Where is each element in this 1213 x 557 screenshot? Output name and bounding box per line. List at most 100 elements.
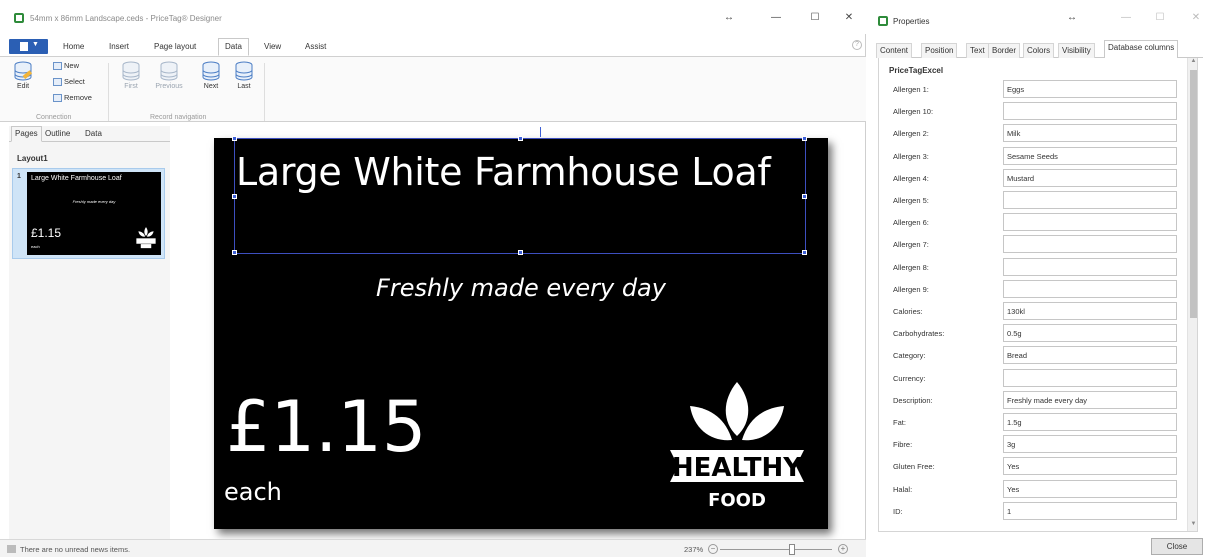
property-row: Carbohydrates: 0.5g [879,323,1187,345]
previous-record-button[interactable]: Previous [152,61,186,90]
new-connection-button[interactable]: New [53,61,80,71]
minimize-button[interactable]: — [1118,12,1134,23]
last-record-button[interactable]: Last [231,61,257,90]
property-value-field[interactable]: Freshly made every day [1003,390,1177,409]
rotate-handle[interactable] [540,127,541,137]
property-value-field[interactable]: 1.5g [1003,413,1177,431]
property-label: Allergen 4: [893,173,929,183]
description-field[interactable]: Freshly made every day [214,274,828,302]
logo-main-text: HEALTHY [672,453,803,483]
resize-handle[interactable] [802,136,807,141]
tab-position[interactable]: Position [921,43,958,58]
tab-assist[interactable]: Assist [305,42,326,51]
resize-handle[interactable] [232,250,237,255]
connection-group-label: Connection [36,114,72,121]
property-label: Description: [893,395,933,405]
property-value-field[interactable]: Mustard [1003,168,1177,187]
properties-scrollbar[interactable]: ▲ ▼ [1187,58,1197,531]
design-canvas[interactable]: Large White Farmhouse Loaf Freshly made … [172,126,862,537]
zoom-in-button[interactable]: + [838,544,848,554]
restore-icon[interactable]: ↔ [1064,12,1080,23]
selection-box[interactable] [232,127,807,255]
zoom-slider-thumb[interactable] [788,544,795,555]
status-bar: There are no unread news items. 237% − + [0,539,866,557]
close-button[interactable]: ✕ [841,12,857,23]
property-value-field[interactable]: Yes [1003,479,1177,498]
unit-field[interactable]: each [224,478,282,506]
tab-text[interactable]: Text [966,43,989,58]
group-separator [264,63,265,121]
price-tag-label[interactable]: Large White Farmhouse Loaf Freshly made … [214,127,828,529]
property-value-field[interactable]: Sesame Seeds [1003,146,1177,165]
pane-tabs: Pages Outline Data [9,126,170,142]
healthy-food-logo-icon [136,227,156,249]
scroll-up-icon[interactable]: ▲ [1188,58,1197,68]
resize-handle[interactable] [802,250,807,255]
healthy-food-logo-icon[interactable]: HEALTHY FOOD [666,380,808,516]
close-properties-button[interactable]: Close [1151,538,1203,555]
property-row: Calories: 130kl [879,301,1187,323]
maximize-button[interactable]: ☐ [807,12,823,23]
last-record-icon [235,61,253,81]
property-value-field[interactable] [1003,191,1177,209]
next-record-button[interactable]: Next [198,61,224,90]
property-value-field[interactable] [1003,235,1177,254]
first-label: First [124,83,138,90]
close-button[interactable]: ✕ [1188,12,1204,23]
tab-data-pane[interactable]: Data [85,129,102,138]
help-icon[interactable]: ? [852,40,862,50]
property-value-field[interactable] [1003,279,1177,298]
tab-pages[interactable]: Pages [11,126,42,142]
remove-connection-button[interactable]: Remove [53,93,92,103]
minimize-button[interactable]: — [768,12,784,23]
page-thumbnail[interactable]: 1 Large White Farmhouse Loaf Freshly mad… [12,168,165,259]
resize-handle[interactable] [518,136,523,141]
new-label: New [64,61,80,70]
property-value-field[interactable]: Bread [1003,346,1177,365]
property-value-field[interactable] [1003,102,1177,121]
restore-icon[interactable]: ↔ [721,12,737,23]
tab-insert[interactable]: Insert [109,42,129,51]
zoom-slider[interactable] [720,549,832,550]
property-value-field[interactable]: 130kl [1003,302,1177,320]
tab-page-layout[interactable]: Page layout [154,42,196,51]
group-separator [108,63,109,121]
property-value-field[interactable] [1003,213,1177,232]
property-label: Allergen 9: [893,284,929,294]
maximize-button[interactable]: ☐ [1152,12,1168,23]
zoom-out-button[interactable]: − [708,544,718,554]
tab-content[interactable]: Content [876,43,913,58]
tab-database-columns[interactable]: Database columns [1104,40,1179,58]
property-value-field[interactable]: Milk [1003,124,1177,143]
select-connection-button[interactable]: Select [53,77,85,87]
property-value-field[interactable]: Yes [1003,457,1177,476]
scroll-down-icon[interactable]: ▼ [1188,521,1197,531]
property-label: Allergen 1: [893,85,929,94]
property-value-field[interactable] [1003,257,1177,276]
price-field[interactable]: £1.15 [226,386,426,468]
tab-colors[interactable]: Colors [1023,43,1055,58]
tab-home[interactable]: Home [63,42,84,51]
file-menu-button[interactable]: ▼ [9,39,48,54]
resize-handle[interactable] [518,250,523,255]
tab-outline[interactable]: Outline [45,129,70,138]
property-value-field[interactable]: 0.5g [1003,324,1177,343]
property-value-field[interactable]: 3g [1003,435,1177,454]
tab-data[interactable]: Data [218,38,249,56]
scrollbar-thumb[interactable] [1190,70,1197,318]
first-record-button[interactable]: First [118,61,144,90]
tab-border[interactable]: Border [988,43,1021,58]
resize-handle[interactable] [232,194,237,199]
property-value-field[interactable] [1003,368,1177,387]
resize-handle[interactable] [232,136,237,141]
property-row: Allergen 9: [879,279,1187,301]
property-value-field[interactable]: Eggs [1003,80,1177,98]
previous-label: Previous [155,83,183,90]
property-label: Allergen 6: [893,218,929,228]
tab-visibility[interactable]: Visibility [1058,43,1095,58]
tab-view[interactable]: View [264,42,281,51]
resize-handle[interactable] [802,194,807,199]
property-row: Allergen 6: [879,212,1187,234]
property-value-field[interactable]: 1 [1003,501,1177,520]
edit-connection-button[interactable]: Edit [10,61,36,90]
